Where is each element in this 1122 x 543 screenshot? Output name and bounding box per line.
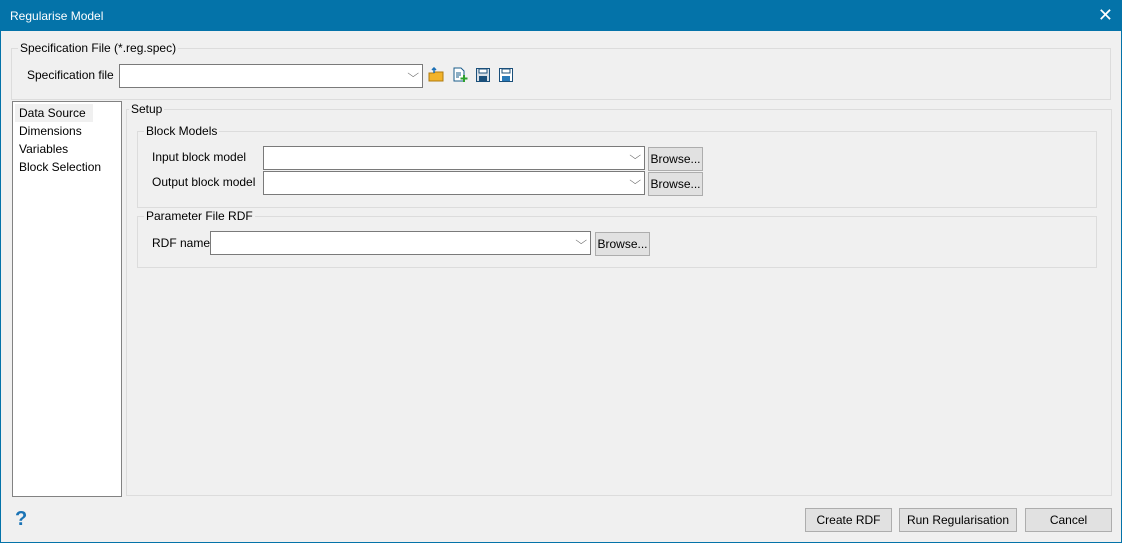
specification-file-label: Specification file xyxy=(27,68,114,82)
chevron-down-icon: ⌵ xyxy=(406,68,419,80)
rdf-browse-button[interactable]: Browse... xyxy=(595,232,650,256)
chevron-down-icon: ⌵ xyxy=(628,175,641,187)
save-as-icon[interactable] xyxy=(498,67,514,83)
setup-legend: Setup xyxy=(129,102,165,116)
specification-file-legend: Specification File (*.reg.spec) xyxy=(18,41,179,55)
rdf-name-combo[interactable]: ⌵ xyxy=(210,231,591,255)
regularise-model-dialog: Regularise Model ✕ Specification File (*… xyxy=(0,0,1122,543)
help-icon[interactable]: ? xyxy=(15,508,27,531)
input-block-model-combo[interactable]: ⌵ xyxy=(263,146,645,170)
nav-item-dimensions[interactable]: Dimensions xyxy=(13,122,121,140)
input-block-model-label: Input block model xyxy=(152,150,247,164)
cancel-button[interactable]: Cancel xyxy=(1025,508,1112,532)
specification-file-combo[interactable]: ⌵ xyxy=(119,64,423,88)
nav-item-variables[interactable]: Variables xyxy=(13,140,121,158)
close-icon[interactable]: ✕ xyxy=(1098,5,1113,26)
window-title: Regularise Model xyxy=(10,9,104,23)
chevron-down-icon: ⌵ xyxy=(574,235,587,247)
block-models-legend: Block Models xyxy=(144,124,220,138)
nav-item-data-source[interactable]: Data Source xyxy=(15,104,93,122)
chevron-down-icon: ⌵ xyxy=(628,150,641,162)
save-icon[interactable] xyxy=(475,67,491,83)
run-regularisation-button[interactable]: Run Regularisation xyxy=(899,508,1017,532)
open-folder-icon[interactable] xyxy=(428,67,444,83)
output-block-model-combo[interactable]: ⌵ xyxy=(263,171,645,195)
parameter-file-rdf-legend: Parameter File RDF xyxy=(144,209,255,223)
nav-item-block-selection[interactable]: Block Selection xyxy=(13,158,121,176)
create-rdf-button[interactable]: Create RDF xyxy=(805,508,892,532)
input-browse-button[interactable]: Browse... xyxy=(648,147,703,171)
new-file-icon[interactable] xyxy=(452,67,468,83)
output-block-model-label: Output block model xyxy=(152,175,256,189)
section-nav-list: Data Source Dimensions Variables Block S… xyxy=(12,101,122,497)
title-bar: Regularise Model ✕ xyxy=(1,1,1121,31)
rdf-name-label: RDF name xyxy=(152,236,211,250)
output-browse-button[interactable]: Browse... xyxy=(648,172,703,196)
